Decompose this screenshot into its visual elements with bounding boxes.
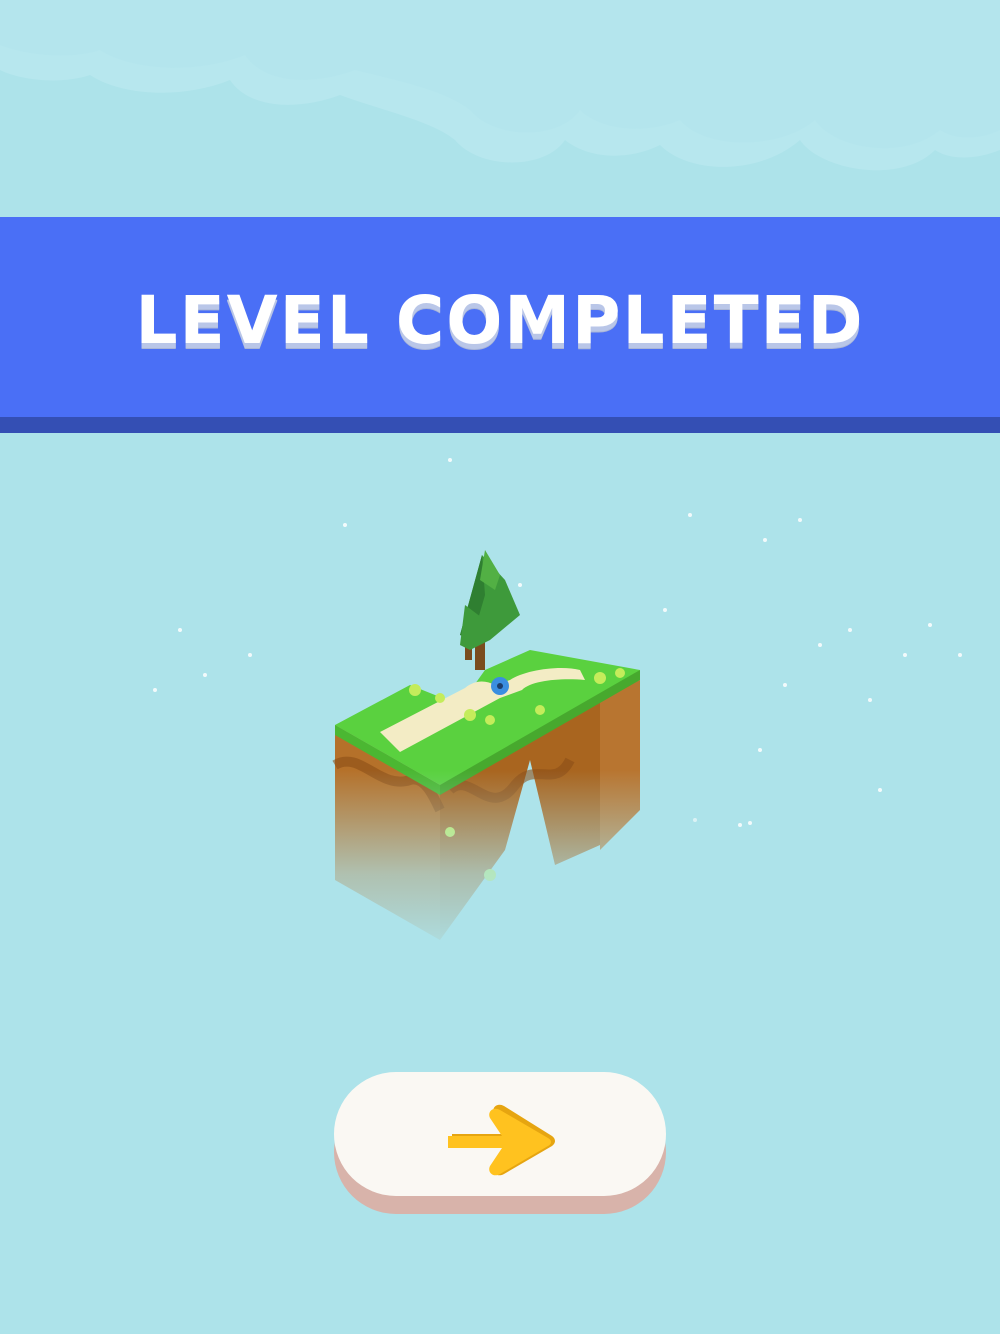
floating-island-icon (300, 550, 720, 960)
banner-title: LEVEL COMPLETED (135, 281, 865, 359)
level-completed-banner: LEVEL COMPLETED (0, 217, 1000, 433)
level-complete-screen: LEVEL COMPLETED (0, 0, 1000, 1334)
next-level-button[interactable] (334, 1072, 666, 1214)
arrow-right-icon (448, 1104, 555, 1176)
clouds-decoration (0, 0, 1000, 171)
